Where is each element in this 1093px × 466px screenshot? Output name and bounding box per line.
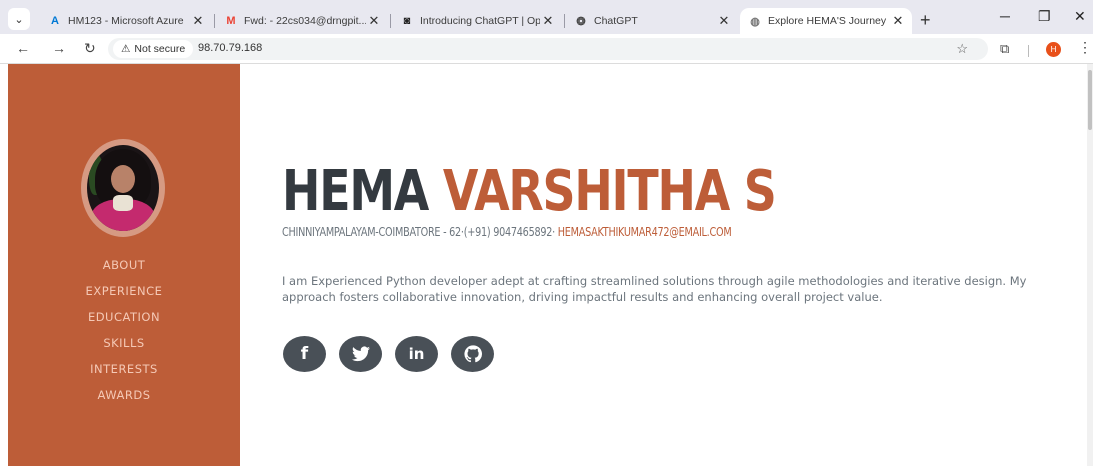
url-text[interactable]: 98.70.79.168 <box>198 42 262 54</box>
sidebar: About Experience Education Skills Intere… <box>8 64 240 466</box>
extensions-icon[interactable]: ⧉ <box>1000 41 1009 57</box>
last-name: VARSHITHA S <box>442 159 777 224</box>
tab-title: ChatGPT <box>594 15 638 27</box>
main-content: HEMA VARSHITHA S CHINNIYAMPALAYAM-COIMBA… <box>240 64 1087 466</box>
twitter-icon[interactable] <box>339 336 382 372</box>
tab-separator <box>214 14 215 28</box>
linkedin-icon[interactable]: in <box>395 336 438 372</box>
nav-interests[interactable]: Interests <box>8 356 240 382</box>
tab-explore-hema[interactable]: ◍ Explore HEMA'S Journey ✕ <box>740 8 912 34</box>
tab-azure[interactable]: A HM123 - Microsoft Azure ✕ <box>40 8 212 34</box>
github-icon[interactable] <box>451 336 494 372</box>
tab-search-button[interactable]: ⌄ <box>8 8 30 30</box>
new-tab-button[interactable]: + <box>920 10 931 31</box>
tab-introducing-chatgpt[interactable]: ◙ Introducing ChatGPT | Op ✕ <box>392 8 562 34</box>
nav-education[interactable]: Education <box>8 304 240 330</box>
tab-separator <box>564 14 565 28</box>
reload-icon[interactable]: ↻ <box>84 40 96 57</box>
nav-experience[interactable]: Experience <box>8 278 240 304</box>
azure-icon: A <box>51 15 59 27</box>
globe-icon: ◍ <box>750 15 760 28</box>
email-link[interactable]: HEMASAKTHIKUMAR472@EMAIL.COM <box>558 224 732 239</box>
forward-arrow-icon[interactable]: → <box>52 40 66 56</box>
chatgpt-icon: ❂ <box>576 15 586 28</box>
scrollbar-thumb[interactable] <box>1088 70 1092 130</box>
first-name: HEMA <box>282 159 429 224</box>
toolbar: ← → ↻ ⚠ Not secure 98.70.79.168 ☆ ⧉ H ⋮ <box>0 34 1093 64</box>
tab-title: Explore HEMA'S Journey <box>768 15 887 27</box>
about-text: I am Experienced Python developer adept … <box>282 274 1027 304</box>
gmail-icon: M <box>226 15 236 27</box>
tab-title: Fwd: - 22cs034@drngpit... <box>244 15 366 27</box>
page-title: HEMA VARSHITHA S <box>282 159 777 224</box>
window-close-icon[interactable]: ✕ <box>1074 8 1086 25</box>
nav-awards[interactable]: Awards <box>8 382 240 408</box>
warning-icon: ⚠ <box>121 43 131 55</box>
bookmark-star-icon[interactable]: ☆ <box>956 41 968 57</box>
address-bar[interactable]: ⚠ Not secure 98.70.79.168 ☆ <box>108 38 988 60</box>
close-icon[interactable]: ✕ <box>540 13 556 29</box>
contact-line: CHINNIYAMPALAYAM-COIMBATORE - 62·(+91) 9… <box>282 224 732 239</box>
close-icon[interactable]: ✕ <box>190 13 206 29</box>
menu-icon[interactable]: ⋮ <box>1078 39 1092 56</box>
sidebar-nav: About Experience Education Skills Intere… <box>8 252 240 408</box>
facebook-icon[interactable]: f <box>283 336 326 372</box>
tab-strip: ⌄ A HM123 - Microsoft Azure ✕ M Fwd: - 2… <box>0 0 1093 36</box>
nav-about[interactable]: About <box>8 252 240 278</box>
tab-gmail[interactable]: M Fwd: - 22cs034@drngpit... ✕ <box>216 8 388 34</box>
openai-icon: ◙ <box>403 15 411 27</box>
security-label: Not secure <box>134 43 186 55</box>
social-icons: f in <box>283 336 494 372</box>
restore-icon[interactable]: ❐ <box>1038 8 1051 25</box>
tab-title: Introducing ChatGPT | Op <box>420 15 540 27</box>
close-icon[interactable]: ✕ <box>366 13 382 29</box>
tab-chatgpt[interactable]: ❂ ChatGPT ✕ <box>566 8 738 34</box>
address-text: CHINNIYAMPALAYAM-COIMBATORE - 62·(+91) 9… <box>282 224 555 239</box>
security-badge[interactable]: ⚠ Not secure <box>113 40 194 58</box>
profile-photo <box>81 139 165 237</box>
page-scrollbar[interactable] <box>1087 64 1093 466</box>
tab-title: HM123 - Microsoft Azure <box>68 15 184 27</box>
tab-separator <box>390 14 391 28</box>
minimize-icon[interactable]: ─ <box>1000 8 1010 24</box>
close-icon[interactable]: ✕ <box>890 13 906 29</box>
toolbar-divider <box>1028 45 1029 57</box>
close-icon[interactable]: ✕ <box>716 13 732 29</box>
nav-skills[interactable]: Skills <box>8 330 240 356</box>
profile-avatar[interactable]: H <box>1046 42 1061 57</box>
back-arrow-icon[interactable]: ← <box>16 40 30 56</box>
